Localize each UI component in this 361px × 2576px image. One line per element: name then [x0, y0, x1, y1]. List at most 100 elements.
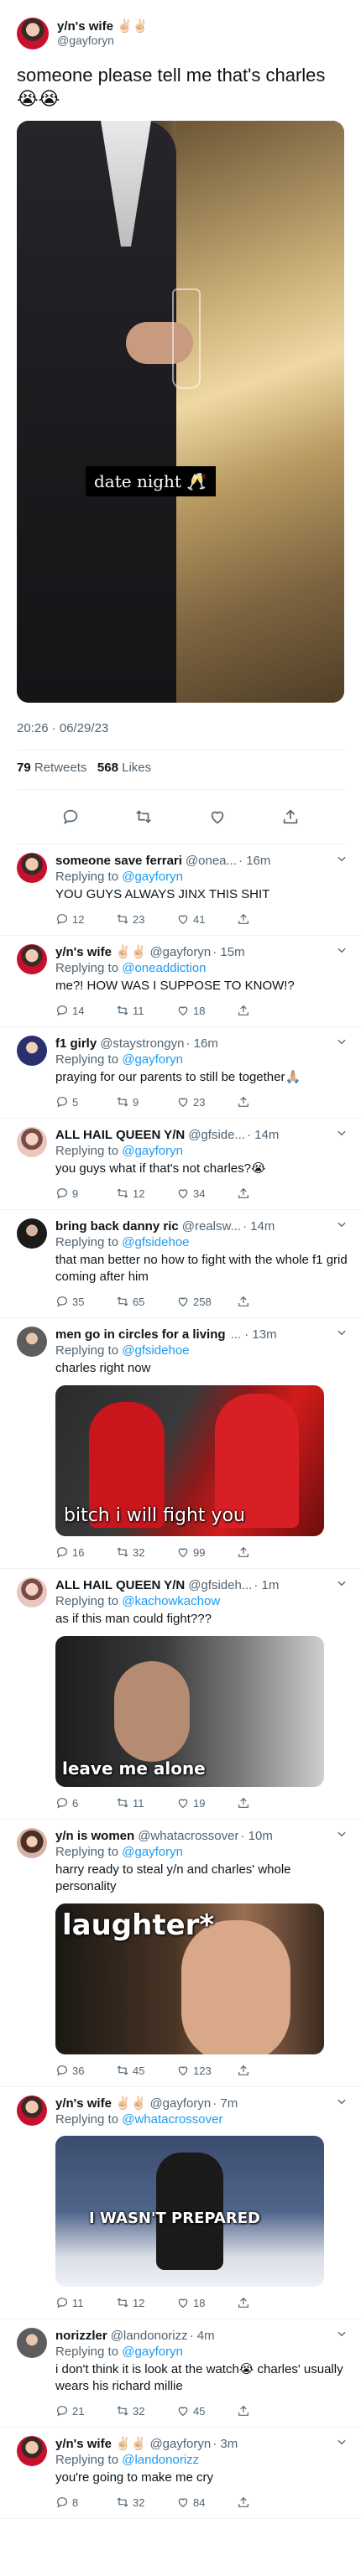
like-action[interactable]: 123 — [176, 2064, 237, 2077]
reply-media[interactable]: leave me alone — [55, 1636, 324, 1787]
like-action[interactable]: 18 — [176, 2296, 237, 2309]
avatar[interactable] — [17, 1828, 47, 1858]
reply-action[interactable]: 6 — [55, 1796, 116, 1810]
share-action[interactable] — [237, 2496, 297, 2509]
reply-media[interactable]: laughter* — [55, 1903, 324, 2054]
share-icon[interactable] — [281, 808, 300, 826]
chevron-down-icon[interactable] — [331, 944, 348, 960]
tweet-photo[interactable]: date night 🥂 — [17, 121, 344, 703]
reply-time[interactable]: · 14m — [247, 1127, 279, 1143]
reply-tweet[interactable]: norizzler @landonorizz · 4m Replying to … — [0, 2319, 361, 2428]
retweet-action[interactable]: 9 — [116, 1095, 176, 1109]
reply-action[interactable]: 36 — [55, 2064, 116, 2077]
replying-to-handle[interactable]: @gayforyn — [122, 1144, 183, 1158]
reply-tweet[interactable]: f1 girly @staystrongyn · 16m Replying to… — [0, 1027, 361, 1119]
reply-media[interactable]: bitch i will fight you — [55, 1385, 324, 1536]
chevron-down-icon[interactable] — [331, 1327, 348, 1343]
share-action[interactable] — [237, 1004, 297, 1017]
retweets-label[interactable]: Retweets — [34, 761, 87, 775]
replying-to-handle[interactable]: @gayforyn — [122, 2345, 183, 2359]
reply-action[interactable]: 9 — [55, 1187, 116, 1200]
avatar[interactable] — [17, 2328, 47, 2358]
reply-action[interactable]: 5 — [55, 1095, 116, 1109]
share-action[interactable] — [237, 912, 297, 926]
like-action[interactable]: 84 — [176, 2496, 237, 2509]
reply-author-name[interactable]: f1 girly — [55, 1036, 97, 1052]
reply-author-handle[interactable]: @onea... — [186, 853, 237, 869]
replying-to-handle[interactable]: @gayforyn — [122, 870, 183, 884]
reply-tweet[interactable]: bring back danny ric @realsw... · 14m Re… — [0, 1210, 361, 1318]
like-action[interactable]: 258 — [176, 1295, 237, 1308]
reply-time[interactable]: · 7m — [212, 2096, 238, 2111]
reply-action[interactable]: 21 — [55, 2404, 116, 2418]
reply-author-name[interactable]: y/n's wife ✌🏻✌🏻 — [55, 2436, 146, 2452]
avatar[interactable] — [17, 1127, 47, 1157]
author-name[interactable]: y/n's wife ✌🏻✌🏻 — [57, 19, 148, 34]
retweet-action[interactable]: 45 — [116, 2064, 176, 2077]
reply-author-name[interactable]: ALL HAIL QUEEN Y/N — [55, 1577, 185, 1593]
like-action[interactable]: 23 — [176, 1095, 237, 1109]
like-action[interactable]: 99 — [176, 1545, 237, 1559]
reply-icon[interactable] — [61, 808, 80, 826]
reply-author-handle[interactable]: @staystrongyn — [100, 1036, 184, 1052]
avatar[interactable] — [17, 1577, 47, 1607]
replying-to-handle[interactable]: @gayforyn — [122, 1845, 183, 1859]
reply-author-handle[interactable]: @gfside... — [188, 1127, 245, 1143]
reply-time[interactable]: · 10m — [240, 1828, 272, 1844]
share-action[interactable] — [237, 2296, 297, 2309]
avatar[interactable] — [17, 853, 47, 883]
reply-author-name[interactable]: norizzler — [55, 2328, 107, 2344]
chevron-down-icon[interactable] — [331, 1127, 348, 1143]
share-action[interactable] — [237, 1095, 297, 1109]
retweet-action[interactable]: 11 — [116, 1796, 176, 1810]
reply-tweet[interactable]: y/n's wife ✌🏻✌🏻 @gayforyn · 7m Replying … — [0, 2087, 361, 2319]
retweets-count[interactable]: 79 — [17, 761, 31, 775]
reply-time[interactable]: · 4m — [190, 2328, 215, 2344]
reply-tweet[interactable]: men go in circles for a living ... · 13m… — [0, 1318, 361, 1569]
avatar[interactable] — [17, 1218, 47, 1249]
replying-to-handle[interactable]: @kachowkachow — [122, 1594, 220, 1608]
reply-action[interactable]: 8 — [55, 2496, 116, 2509]
chevron-down-icon[interactable] — [331, 2328, 348, 2344]
avatar[interactable] — [17, 18, 49, 49]
share-action[interactable] — [237, 1545, 297, 1559]
reply-author-handle[interactable]: @landonorizz — [111, 2328, 188, 2344]
likes-count[interactable]: 568 — [97, 761, 118, 775]
replying-to-handle[interactable]: @gayforyn — [122, 1052, 183, 1067]
reply-action[interactable]: 16 — [55, 1545, 116, 1559]
reply-author-name[interactable]: y/n is women — [55, 1828, 134, 1844]
replying-to-handle[interactable]: @gfsidehoe — [122, 1235, 189, 1249]
retweet-action[interactable]: 23 — [116, 912, 176, 926]
retweet-action[interactable]: 32 — [116, 2496, 176, 2509]
reply-author-handle[interactable]: @gayforyn — [149, 944, 211, 960]
avatar[interactable] — [17, 2436, 47, 2466]
like-action[interactable]: 41 — [176, 912, 237, 926]
author-handle[interactable]: @gayforyn — [57, 34, 148, 48]
retweet-action[interactable]: 11 — [116, 1004, 176, 1017]
retweet-action[interactable]: 12 — [116, 2296, 176, 2309]
share-action[interactable] — [237, 1187, 297, 1200]
tweet-timestamp[interactable]: 20:26 · 06/29/23 — [17, 721, 344, 740]
reply-action[interactable]: 12 — [55, 912, 116, 926]
share-action[interactable] — [237, 2064, 297, 2077]
reply-author-name[interactable]: y/n's wife ✌🏻✌🏻 — [55, 944, 146, 960]
reply-author-name[interactable]: bring back danny ric — [55, 1218, 179, 1234]
replying-to-handle[interactable]: @oneaddiction — [122, 961, 206, 975]
replying-to-handle[interactable]: @gfsidehoe — [122, 1343, 189, 1358]
retweet-action[interactable]: 65 — [116, 1295, 176, 1308]
retweet-action[interactable]: 32 — [116, 2404, 176, 2418]
reply-time[interactable]: · 16m — [186, 1036, 217, 1052]
replying-to-handle[interactable]: @landonorizz — [122, 2453, 199, 2467]
reply-time[interactable]: · 16m — [238, 853, 270, 869]
like-action[interactable]: 45 — [176, 2404, 237, 2418]
reply-author-handle[interactable]: @gayforyn — [149, 2096, 211, 2111]
avatar[interactable] — [17, 2096, 47, 2126]
reply-author-handle[interactable]: @realsw... — [182, 1218, 241, 1234]
avatar[interactable] — [17, 1036, 47, 1066]
like-action[interactable]: 18 — [176, 1004, 237, 1017]
chevron-down-icon[interactable] — [331, 1036, 348, 1052]
reply-action[interactable]: 14 — [55, 1004, 116, 1017]
reply-time[interactable]: ... · 13m — [231, 1327, 277, 1343]
reply-action[interactable]: 11 — [55, 2296, 116, 2309]
retweet-action[interactable]: 12 — [116, 1187, 176, 1200]
